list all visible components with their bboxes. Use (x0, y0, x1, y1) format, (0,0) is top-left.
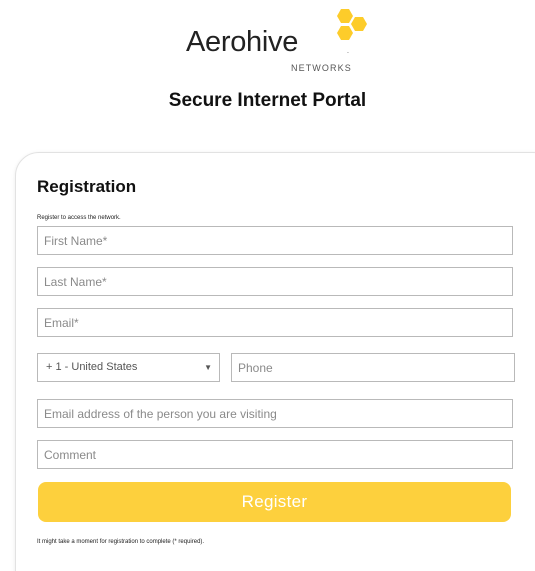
last-name-input[interactable] (37, 267, 513, 296)
country-code-value: + 1 - United States (46, 361, 138, 373)
page-title: Secure Internet Portal (168, 90, 367, 111)
visiting-email-input[interactable] (37, 399, 513, 428)
first-name-input[interactable] (37, 226, 513, 255)
registration-heading: Registration (37, 177, 137, 196)
register-button[interactable]: Register (38, 482, 511, 522)
comment-input[interactable] (37, 440, 513, 469)
phone-input[interactable] (231, 353, 515, 382)
honeycomb-icon (337, 9, 367, 40)
brand-mark: . (347, 48, 349, 55)
portal-page: Aerohive . NETWORKS Secure Internet Port… (0, 0, 535, 571)
caret-down-icon: ▼ (204, 363, 212, 372)
registration-subtitle: Register to access the network. (37, 215, 121, 221)
aerohive-logo: Aerohive . NETWORKS (186, 8, 376, 78)
registration-note: It might take a moment for registration … (37, 539, 205, 545)
brand-subtitle: NETWORKS (291, 63, 352, 73)
country-code-select[interactable]: + 1 - United States ▼ (37, 353, 220, 382)
brand-name: Aerohive (186, 26, 299, 58)
email-input[interactable] (37, 308, 513, 337)
